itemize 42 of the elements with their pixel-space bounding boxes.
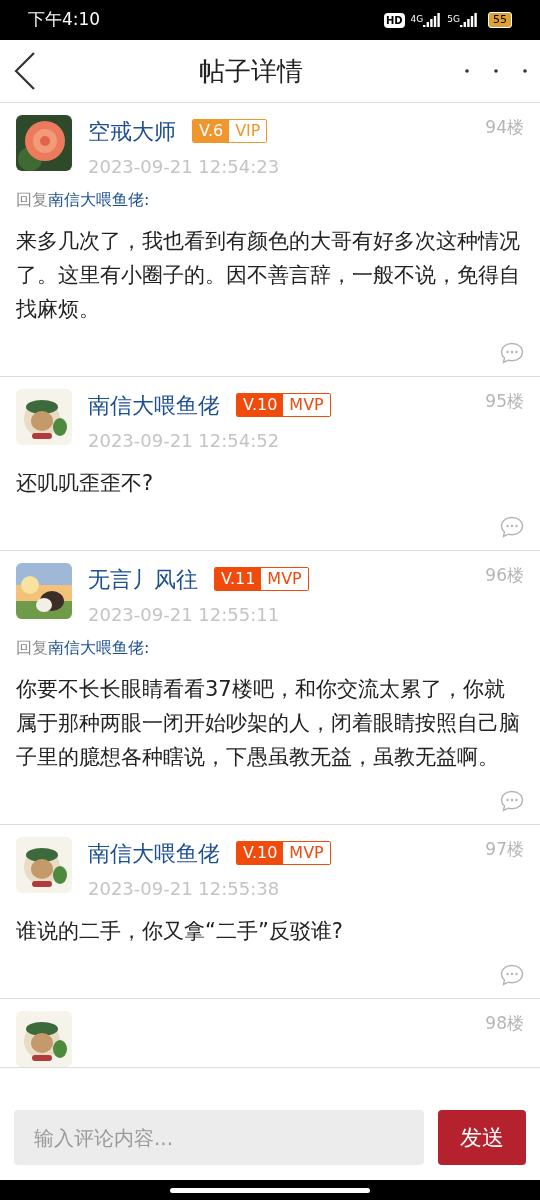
post-date: 2023-09-21 12:54:52 — [88, 429, 281, 453]
post-date: 2023-09-21 12:55:38 — [88, 877, 281, 901]
comment-icon[interactable] — [500, 964, 524, 986]
reply-user[interactable]: 南信大喂鱼佬: — [48, 638, 150, 657]
post-text: 来多几次了，我也看到有颜色的大哥有好多次这种情况了。这里有小圈子的。因不善言辞，一般不说，免得自找麻烦。 — [16, 228, 521, 323]
status-time: 下午4:10 — [28, 8, 101, 32]
post-text: 还叽叽歪歪不? — [16, 470, 155, 497]
network-type: 5G — [447, 13, 460, 26]
comment-icon[interactable] — [500, 342, 524, 364]
comment-icon[interactable] — [500, 516, 524, 538]
floor-number: 96楼 — [485, 564, 524, 587]
post-date: 2023-09-21 12:54:23 — [88, 155, 281, 179]
level-badge: V.11 MVP — [214, 567, 309, 591]
user-name[interactable]: 南信大喂鱼佬 — [88, 388, 220, 422]
floor-number: 98楼 — [485, 1012, 524, 1035]
send-button[interactable]: 发送 — [438, 1110, 526, 1165]
reply-label: 回复 — [16, 638, 48, 657]
comment-input[interactable]: 输入评论内容... — [14, 1110, 424, 1165]
user-name[interactable]: 南信大喂鱼佬 — [88, 836, 220, 870]
more-icon[interactable] — [464, 68, 528, 74]
hd-indicator: HD — [383, 12, 405, 28]
level-badge: V.10 MVP — [236, 393, 331, 417]
signal-icon — [460, 13, 478, 27]
post-text: 你要不长长眼睛看看37楼吧，和你交流太累了，你就属于那种两眼一闭开始吵架的人，闭着眼睛按照自己脑子里的臆想各种瞎说，下愚虽教无益，虽教无益啊。 — [16, 676, 521, 771]
reply-user[interactable]: 南信大喂鱼佬: — [48, 190, 150, 209]
network-type: 4G — [410, 13, 424, 26]
battery-icon: 55 — [488, 12, 512, 28]
home-indicator[interactable] — [170, 1187, 370, 1193]
level-badge: V.6 VIP — [192, 119, 268, 143]
post-text: 谁说的二手，你又拿“二手”反驳谁? — [16, 918, 344, 945]
page-title: 帖子详情 — [198, 54, 304, 88]
post-date: 2023-09-21 12:55:11 — [88, 603, 281, 627]
comment-icon[interactable] — [500, 790, 524, 812]
reply-label: 回复 — [16, 190, 48, 209]
floor-number: 97楼 — [485, 838, 524, 861]
floor-number: 94楼 — [485, 116, 524, 139]
floor-number: 95楼 — [485, 390, 524, 413]
signal-icon — [423, 13, 442, 27]
level-badge: V.10 MVP — [236, 841, 331, 865]
user-name[interactable]: 空戒大师 — [88, 114, 176, 148]
back-icon[interactable] — [12, 51, 38, 91]
user-name[interactable]: 无言丿风往 — [88, 562, 198, 596]
